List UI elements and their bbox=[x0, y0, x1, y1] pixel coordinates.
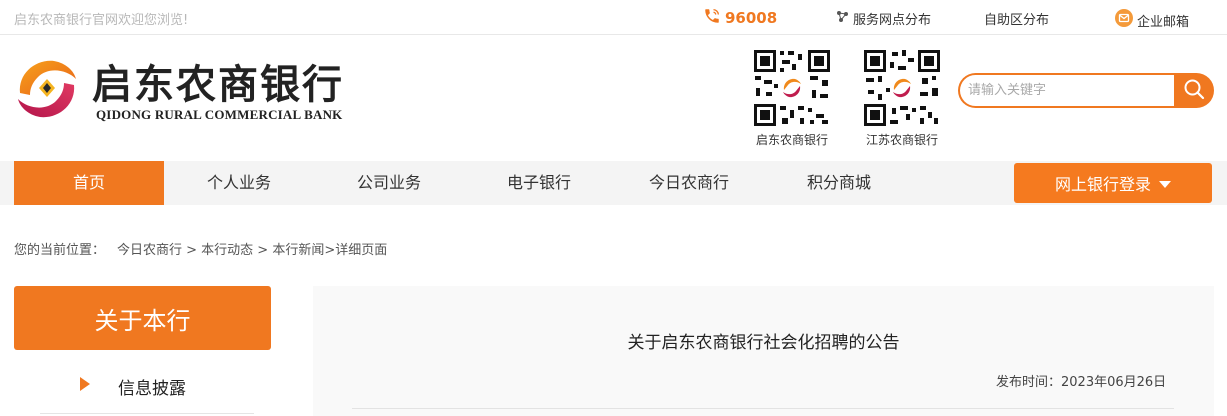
enterprise-mail-label: 企业邮箱 bbox=[1137, 14, 1190, 30]
breadcrumb: 您的当前位置： 今日农商行 > 本行动态 > 本行新闻>详细页面 bbox=[14, 239, 387, 258]
nav-points-mall[interactable]: 积分商城 bbox=[764, 161, 914, 205]
bank-logo-icon[interactable] bbox=[14, 55, 80, 121]
login-label: 网上银行登录 bbox=[1054, 175, 1151, 194]
qr-label-qidong: 启东农商银行 bbox=[755, 133, 828, 147]
sidebar-title: 关于本行 bbox=[14, 286, 271, 350]
branch-distribution-label: 服务网点分布 bbox=[853, 13, 932, 28]
search-bar bbox=[958, 73, 1214, 108]
breadcrumb-path[interactable]: 今日农商行 > 本行动态 > 本行新闻>详细页面 bbox=[117, 239, 387, 258]
qr-label-jiangsu: 江苏农商银行 bbox=[865, 133, 938, 147]
online-banking-login-button[interactable]: 网上银行登录 bbox=[1014, 163, 1212, 203]
bank-name-en: QIDONG RURAL COMMERCIAL BANK bbox=[96, 107, 343, 122]
search-input[interactable] bbox=[958, 73, 1184, 108]
hotline-number: 96008 bbox=[725, 9, 778, 27]
main-nav: 首页 个人业务 公司业务 电子银行 今日农商行 积分商城 网上银行登录 bbox=[0, 161, 1227, 205]
self-service-label: 自助区分布 bbox=[984, 13, 1050, 28]
bank-name-cn: 启东农商银行 bbox=[92, 61, 344, 108]
top-bar: 启东农商银行官网欢迎您浏览! 96008 服务网点分布 自助区分布 企业邮箱 bbox=[0, 0, 1227, 35]
self-service-link[interactable]: 自助区分布 bbox=[984, 9, 1049, 28]
breadcrumb-label: 您的当前位置： bbox=[14, 243, 106, 258]
nav-ebanking[interactable]: 电子银行 bbox=[464, 161, 614, 205]
article-divider bbox=[352, 408, 1174, 409]
nav-today[interactable]: 今日农商行 bbox=[614, 161, 764, 205]
sidebar-item-disclosure[interactable]: 信息披露 bbox=[14, 364, 271, 408]
welcome-text: 启东农商银行官网欢迎您浏览! bbox=[14, 13, 189, 28]
nav-corporate[interactable]: 公司业务 bbox=[314, 161, 464, 205]
location-icon bbox=[836, 10, 849, 27]
qr-code-icon bbox=[862, 48, 942, 128]
enterprise-mail-link[interactable]: 企业邮箱 bbox=[1115, 9, 1189, 31]
nav-personal[interactable]: 个人业务 bbox=[164, 161, 314, 205]
qr-code-icon bbox=[752, 48, 832, 128]
sidebar-item-label: 信息披露 bbox=[118, 379, 186, 399]
nav-home[interactable]: 首页 bbox=[14, 161, 164, 205]
search-button[interactable] bbox=[1174, 73, 1214, 108]
phone-icon bbox=[703, 7, 721, 29]
search-icon bbox=[1183, 78, 1205, 104]
triangle-right-icon bbox=[80, 377, 90, 391]
sidebar-divider bbox=[40, 413, 254, 414]
hotline[interactable]: 96008 bbox=[703, 7, 777, 29]
qr-code-qidong: 启东农商银行 bbox=[752, 48, 832, 148]
mail-icon bbox=[1115, 9, 1133, 31]
caret-down-icon bbox=[1159, 174, 1171, 193]
qr-code-jiangsu: 江苏农商银行 bbox=[862, 48, 942, 148]
branch-distribution-link[interactable]: 服务网点分布 bbox=[836, 9, 931, 28]
article-title: 关于启东农商银行社会化招聘的公告 bbox=[627, 333, 900, 353]
article-date: 发布时间：2023年06月26日 bbox=[996, 375, 1167, 390]
